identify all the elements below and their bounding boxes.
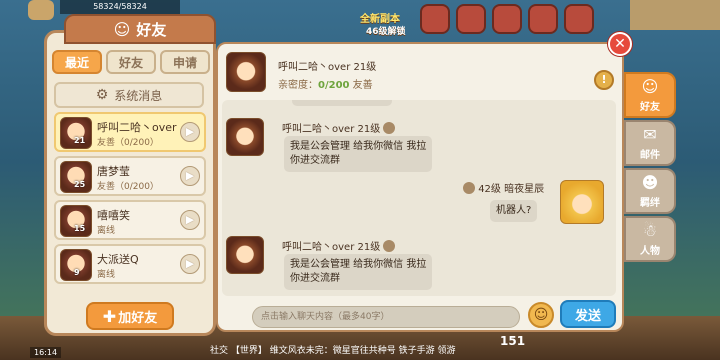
top-activity-icons — [420, 4, 610, 38]
system-messages-label: 系统消息 — [114, 88, 163, 103]
message-text: 机器人? — [496, 205, 532, 216]
message-sender-name: 呼叫二哈丶over 21级 — [282, 242, 381, 253]
arrow-right-icon[interactable] — [180, 210, 200, 230]
gear-icon: ⚙ — [95, 87, 109, 103]
friend-item[interactable]: 21 呼叫二哈丶over 友善（0/200） — [54, 112, 206, 152]
intimacy-label: 亲密度： — [278, 80, 318, 91]
resource-bar: 58324/58324 — [60, 0, 180, 14]
side-tab-mail[interactable]: ✉ 邮件 — [624, 120, 676, 166]
report-icon[interactable]: ! — [594, 70, 614, 90]
chat-input[interactable]: 点击输入聊天内容（最多40字） — [252, 306, 520, 328]
side-tab-label: 羁绊 — [640, 198, 660, 209]
activity-icon[interactable] — [420, 4, 450, 34]
chat-messages[interactable]: 呼叫二哈丶over 21级 我是公会管理 给我你微信 我拉 你进交流群 42级 … — [222, 100, 616, 296]
unlock-level-label: 46级解锁 — [366, 27, 406, 37]
tab-recent[interactable]: 最近 — [52, 50, 102, 74]
message-bubble: 机器人? — [490, 200, 538, 222]
friend-list: 21 呼叫二哈丶over 友善（0/200） 25 唐梦莹 友善（0/200） … — [54, 112, 206, 294]
bond-icon: ☻ — [641, 173, 659, 192]
friend-tabs: 最近 好友 申请 — [52, 50, 210, 74]
message-sender: 42级 暗夜星辰 — [460, 180, 544, 195]
friends-title: ☺ 好友 — [64, 14, 216, 44]
chat-partner-name: 呼叫二哈丶over 21级 — [278, 62, 377, 73]
world-chat-ticker[interactable]: 社交 【世界】 维文风衣未完：微星官往共种号 铁子手游 领游 — [210, 343, 455, 356]
tab-friends[interactable]: 好友 — [106, 50, 156, 74]
friend-item[interactable]: 15 嘻嘻笑 离线 — [54, 200, 206, 240]
message-sender: 呼叫二哈丶over 21级 — [282, 120, 396, 135]
player-avatar-thumbnail[interactable] — [28, 0, 54, 20]
friend-name: 呼叫二哈丶over — [97, 121, 177, 134]
add-friend-label: 加好友 — [118, 310, 158, 326]
new-dungeon-label: 全新副本 — [360, 14, 400, 25]
side-tab-label: 邮件 — [640, 150, 660, 161]
friend-status: 友善（0/200） — [97, 138, 159, 148]
close-icon[interactable]: ✕ — [608, 32, 632, 56]
friend-item[interactable]: 9 大派送Q 离线 — [54, 244, 206, 284]
intimacy-row: 亲密度：0/200 友善 — [278, 76, 373, 91]
chat-partner-avatar[interactable] — [226, 52, 266, 92]
message-text: 你进交流群 — [290, 273, 340, 284]
friend-level: 9 — [74, 268, 80, 277]
activity-icon[interactable] — [456, 4, 486, 34]
intimacy-value: 0/200 — [318, 80, 350, 91]
tab-requests[interactable]: 申请 — [160, 50, 210, 74]
side-tab-bond[interactable]: ☻ 羁绊 — [624, 168, 676, 214]
system-messages-button[interactable]: ⚙ 系统消息 — [54, 82, 204, 108]
vip-icon — [383, 122, 396, 134]
message-bubble: 我是公会管理 给我你微信 我拉 你进交流群 — [284, 254, 433, 290]
message-avatar[interactable] — [226, 236, 264, 274]
friend-status: 离线 — [97, 270, 116, 280]
top-right-decoration — [630, 0, 720, 30]
side-tab-friends[interactable]: ☺ 好友 — [624, 72, 676, 118]
friends-icon: ☺ — [641, 77, 659, 96]
message-avatar[interactable] — [226, 118, 264, 156]
arrow-right-icon[interactable] — [180, 254, 200, 274]
arrow-right-icon[interactable] — [180, 166, 200, 186]
friends-icon: ☺ — [113, 19, 131, 39]
plus-icon: ✚ — [102, 306, 117, 326]
clock-label: 16:14 — [30, 347, 62, 358]
friend-name: 嘻嘻笑 — [97, 209, 130, 222]
friend-level: 25 — [74, 180, 86, 189]
my-avatar[interactable] — [560, 180, 604, 224]
activity-icon[interactable] — [492, 4, 522, 34]
chat-header: 呼叫二哈丶over 21级 亲密度：0/200 友善 ! — [222, 48, 618, 98]
mail-icon: ✉ — [643, 125, 657, 144]
send-button[interactable]: 发送 — [560, 300, 616, 328]
character-icon: ☃ — [642, 221, 658, 240]
message-sender: 呼叫二哈丶over 21级 — [282, 238, 396, 253]
arrow-right-icon[interactable] — [180, 122, 200, 142]
friend-status: 友善（0/200） — [97, 182, 159, 192]
activity-icon[interactable] — [564, 4, 594, 34]
side-tab-label: 人物 — [640, 246, 660, 257]
message-sender-name: 42级 暗夜星辰 — [478, 184, 545, 195]
message-text: 我是公会管理 给我你微信 我拉 — [290, 259, 427, 270]
friend-level: 21 — [74, 136, 86, 145]
counter-label: 151 — [500, 334, 526, 348]
friends-title-text: 好友 — [136, 20, 167, 39]
vip-icon — [383, 240, 396, 252]
friend-name: 唐梦莹 — [97, 165, 130, 178]
message-bubble: 我是公会管理 给我你微信 我拉 你进交流群 — [284, 136, 433, 172]
friend-status: 离线 — [97, 226, 116, 236]
intimacy-status: 友善 — [352, 80, 373, 91]
vip-icon — [463, 182, 475, 194]
message-text: 你进交流群 — [290, 155, 340, 166]
friend-name: 大派送Q — [97, 253, 139, 266]
friend-item[interactable]: 25 唐梦莹 友善（0/200） — [54, 156, 206, 196]
side-tab-label: 好友 — [640, 102, 660, 113]
message-text: 我是公会管理 给我你微信 我拉 — [290, 141, 427, 152]
emoji-icon[interactable]: ☺ — [528, 302, 554, 328]
friend-level: 15 — [74, 224, 86, 233]
add-friend-button[interactable]: ✚ 加好友 — [86, 302, 174, 330]
side-tab-character[interactable]: ☃ 人物 — [624, 216, 676, 262]
activity-icon[interactable] — [528, 4, 558, 34]
message-sender-name: 呼叫二哈丶over 21级 — [282, 124, 381, 135]
clipped-message-bubble — [292, 100, 392, 106]
